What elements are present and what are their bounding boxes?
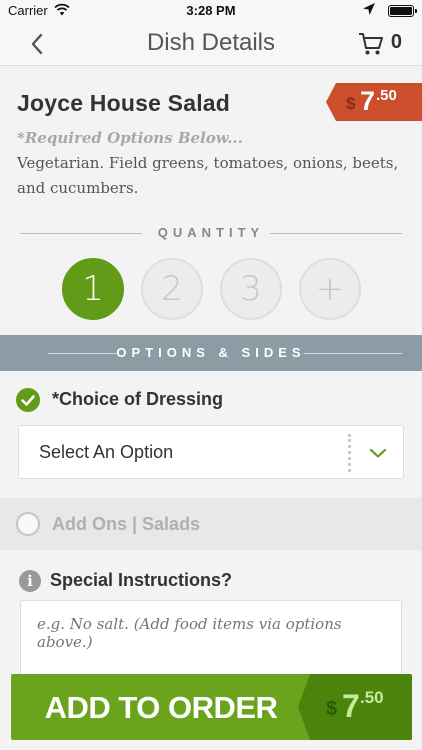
order-price-cents: .50 xyxy=(360,688,384,707)
dish-details-content: Joyce House Salad $ 7 .50 *Required Opti… xyxy=(0,67,422,750)
cart-icon[interactable] xyxy=(358,31,384,57)
addons-option-row[interactable]: Add Ons | Salads xyxy=(0,498,422,550)
add-to-order-label: ADD TO ORDER xyxy=(44,690,278,725)
cart-count[interactable]: 0 xyxy=(391,31,402,54)
order-price: $ 7 .50 xyxy=(298,674,412,740)
dish-description: Vegetarian. Field greens, tomatoes, onio… xyxy=(17,154,399,197)
dish-name: Joyce House Salad xyxy=(17,90,231,116)
options-sides-label: OPTIONS & SIDES xyxy=(116,345,306,360)
price-cents: .50 xyxy=(376,87,397,104)
location-arrow-icon xyxy=(362,2,376,19)
chevron-down-icon[interactable] xyxy=(369,444,387,462)
addons-option-label: Add Ons | Salads xyxy=(52,514,201,534)
quantity-option-3[interactable]: 3 xyxy=(220,258,282,320)
info-icon: i xyxy=(19,570,41,592)
quantity-option-2[interactable]: 2 xyxy=(141,258,203,320)
dressing-option-label: *Choice of Dressing xyxy=(52,389,224,409)
options-sides-header: OPTIONS & SIDES xyxy=(0,335,422,371)
quantity-more-button[interactable]: + xyxy=(299,258,361,320)
price-tag: $ 7 .50 xyxy=(326,83,422,121)
required-options-note: *Required Options Below... xyxy=(17,129,243,147)
add-to-order-button[interactable]: ADD TO ORDER $ 7 .50 xyxy=(11,674,412,740)
empty-circle-icon[interactable] xyxy=(16,512,40,536)
order-price-currency: $ xyxy=(326,698,338,720)
order-price-whole: 7 xyxy=(342,688,360,724)
quantity-label: QUANTITY xyxy=(157,225,265,240)
dressing-select-value: Select An Option xyxy=(39,442,174,462)
quantity-heading: QUANTITY xyxy=(20,224,402,244)
dressing-option-row: *Choice of Dressing xyxy=(0,387,422,413)
status-bar: Carrier 3:28 PM xyxy=(0,0,422,22)
dressing-select[interactable]: Select An Option xyxy=(18,425,404,479)
checkmark-icon xyxy=(16,388,40,412)
battery-icon xyxy=(388,5,417,17)
price-whole: 7 xyxy=(360,86,376,116)
divider xyxy=(348,434,351,472)
navigation-bar: Dish Details 0 xyxy=(0,22,422,66)
price-currency: $ xyxy=(346,94,356,113)
quantity-selector: 1 2 3 + xyxy=(62,258,362,322)
quantity-option-1[interactable]: 1 xyxy=(62,258,124,320)
special-instructions-label: Special Instructions? xyxy=(50,570,233,590)
status-time: 3:28 PM xyxy=(186,3,236,18)
